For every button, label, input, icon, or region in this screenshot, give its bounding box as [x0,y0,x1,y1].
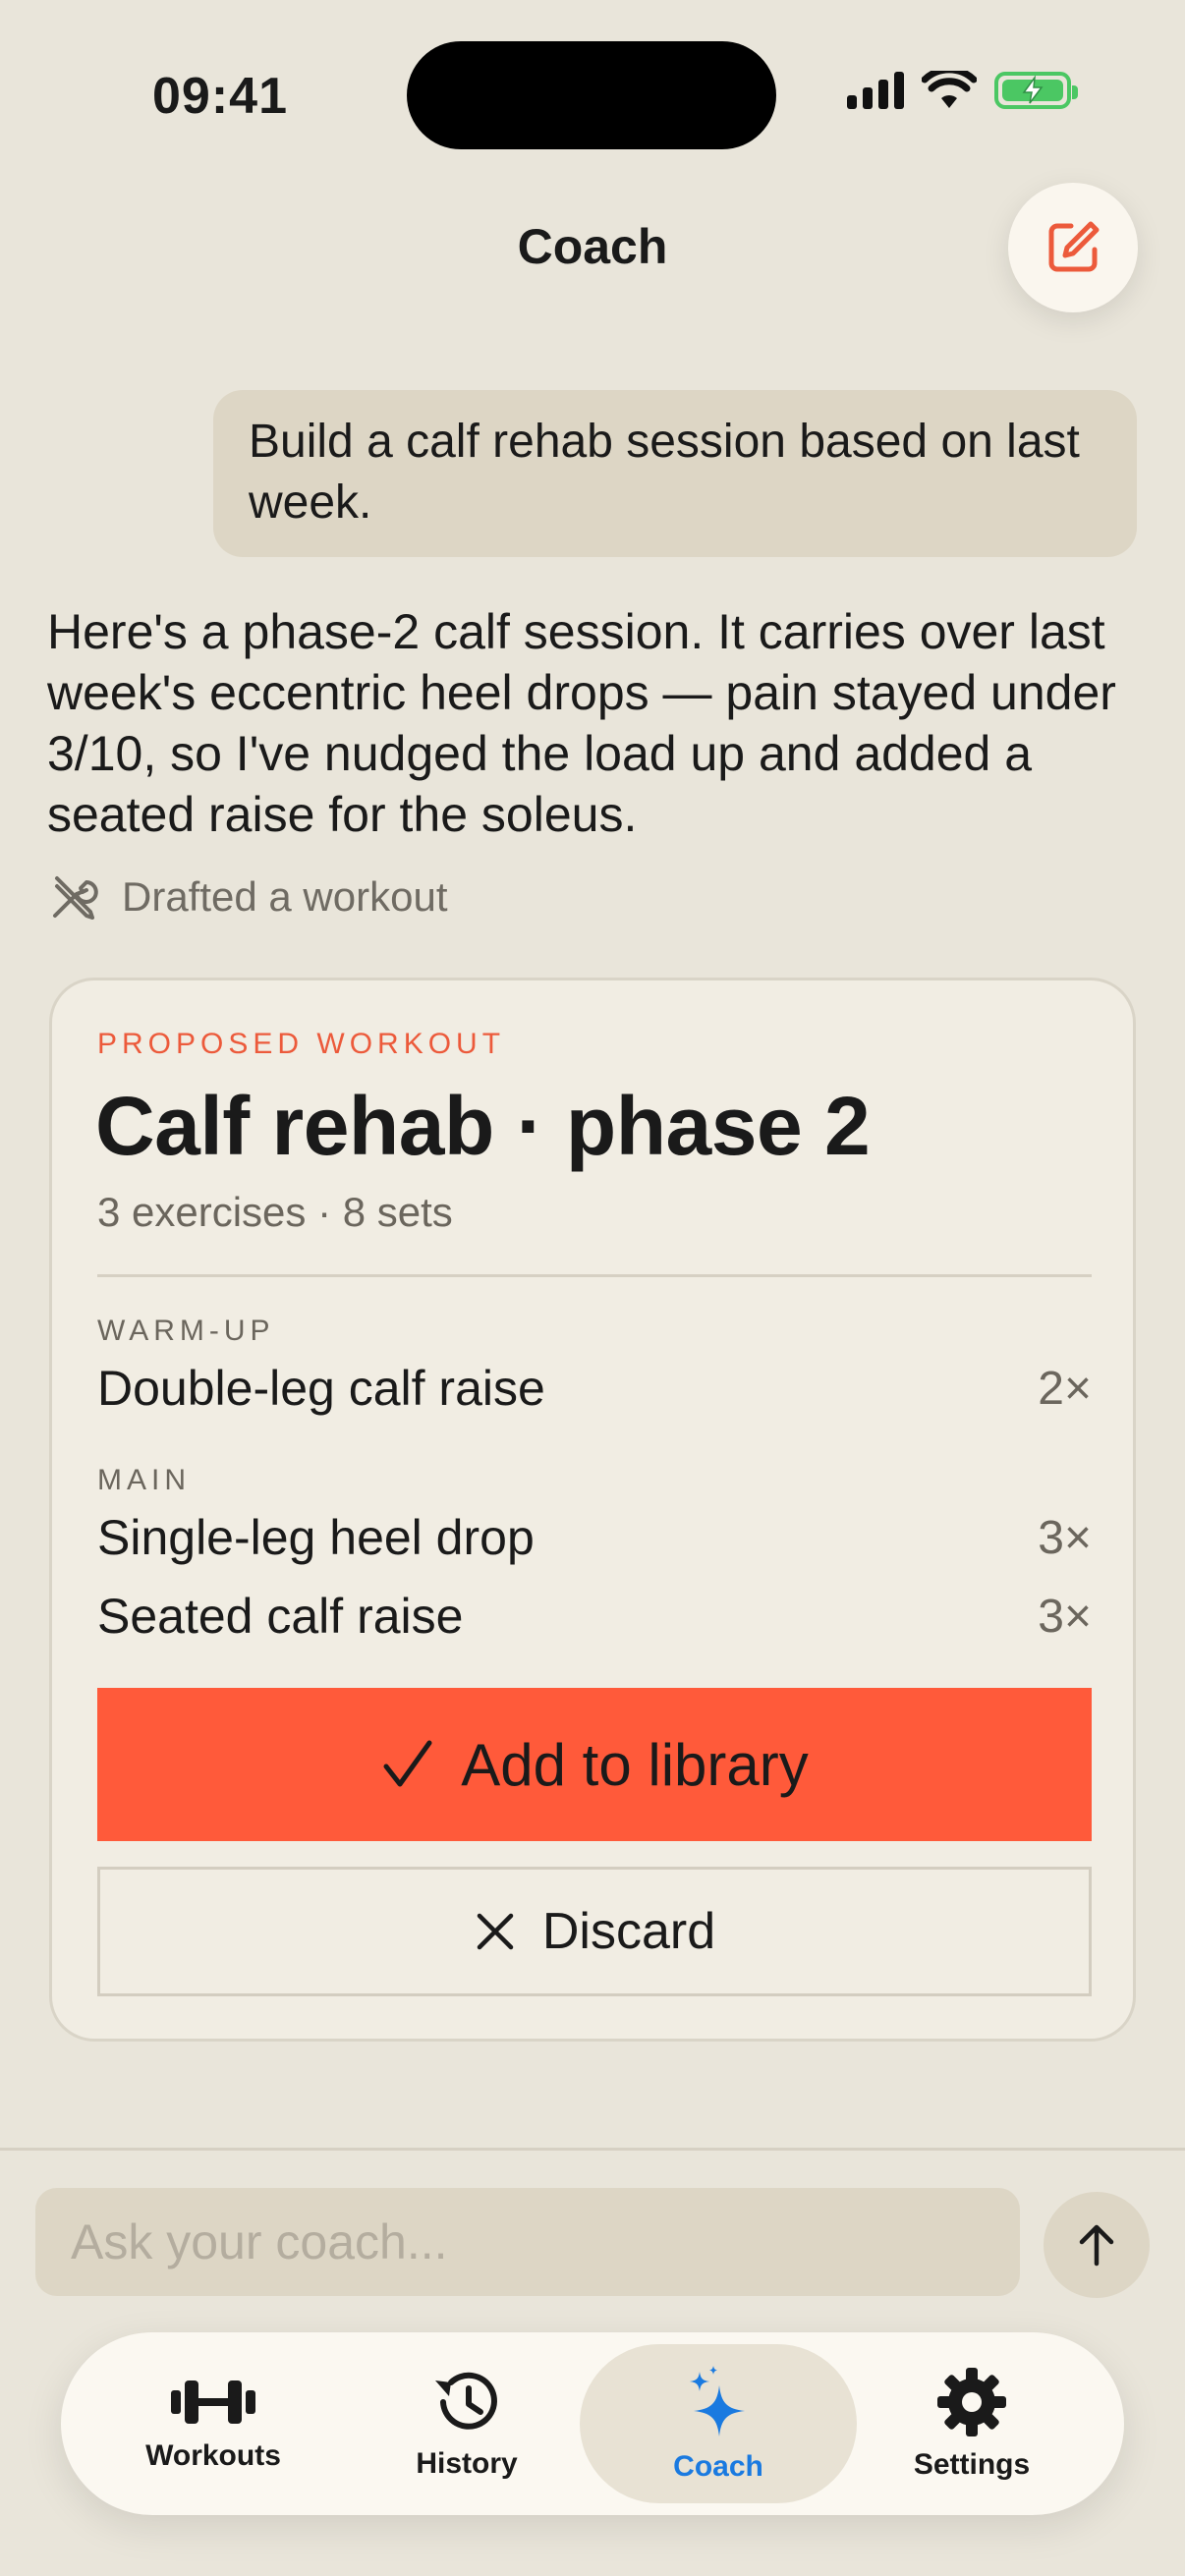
checkmark-icon [383,1740,432,1787]
tab-label: Workouts [145,2439,281,2472]
tab-settings[interactable]: Settings [833,2344,1110,2503]
tab-label: Coach [673,2450,763,2483]
ask-coach-input[interactable] [35,2188,1020,2296]
exercise-sets: 3× [1038,1511,1092,1564]
sparkles-icon [690,2366,745,2436]
tool-call-label: Drafted a workout [122,873,448,920]
workout-title: Calf rehab · phase 2 [95,1080,871,1172]
tab-label: History [416,2447,518,2480]
exercise-name: Single-leg heel drop [97,1510,535,1565]
user-message-bubble: Build a calf rehab session based on last… [213,390,1137,557]
add-to-library-label: Add to library [461,1731,809,1798]
tab-history[interactable]: History [328,2344,605,2503]
wifi-icon [922,71,977,108]
status-time: 09:41 [152,68,288,125]
tools-icon [53,876,98,920]
add-to-library-button[interactable]: Add to library [97,1688,1092,1841]
exercise-sets: 3× [1038,1590,1092,1643]
exercise-row: Seated calf raise 3× [97,1588,1092,1645]
dumbbell-icon [171,2380,255,2424]
composer-divider [0,2148,1185,2151]
arrow-up-icon [1079,2224,1114,2267]
coach-screen: 09:41 Coach Build a calf rehab session b… [0,0,1185,2576]
exercise-row: Single-leg heel drop 3× [97,1509,1092,1566]
section-label-main: MAIN [97,1464,191,1496]
discard-button[interactable]: Discard [97,1867,1092,1996]
exercise-sets: 2× [1038,1362,1092,1415]
gear-icon [937,2368,1006,2436]
compose-icon [1048,221,1100,272]
workout-summary: 3 exercises · 8 sets [97,1189,453,1235]
section-label-warmup: WARM-UP [97,1315,275,1347]
battery-icon [994,72,1078,109]
discard-label: Discard [541,1903,716,1960]
dynamic-island [407,41,776,149]
assistant-message: Here's a phase-2 calf session. It carrie… [47,604,1116,842]
exercise-row: Double-leg calf raise 2× [97,1360,1092,1417]
tab-label: Settings [913,2448,1031,2481]
new-chat-button[interactable] [1008,183,1138,312]
close-icon [477,1913,514,1950]
history-icon [435,2372,497,2430]
exercise-name: Double-leg calf raise [97,1361,545,1416]
send-button[interactable] [1044,2192,1150,2298]
status-icons [847,71,1078,110]
card-divider [97,1274,1092,1277]
proposed-workout-card: PROPOSED WORKOUT Calf rehab · phase 2 3 … [49,978,1136,2042]
cellular-signal-icon [847,72,904,109]
card-kicker: PROPOSED WORKOUT [97,1028,506,1060]
tool-call-status: Drafted a workout [47,870,448,924]
exercise-name: Seated calf raise [97,1589,464,1644]
tab-workouts[interactable]: Workouts [75,2344,352,2503]
tab-coach[interactable]: Coach [580,2344,857,2503]
tab-bar: Workouts History Coach Settings [61,2332,1124,2515]
